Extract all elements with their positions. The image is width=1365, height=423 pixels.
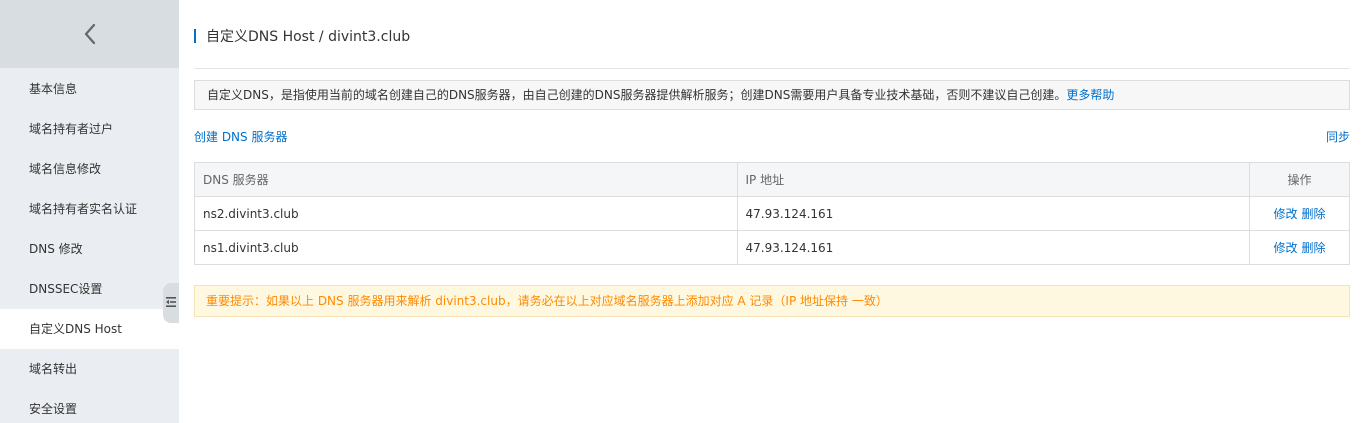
title-accent-bar [194,29,196,43]
sidebar-item-realname-verify[interactable]: 域名持有者实名认证 [0,189,179,229]
column-header-ip: IP 地址 [736,162,1251,197]
table-row: ns2.divint3.club 47.93.124.161 修改 删除 [194,196,1350,231]
table-header-row: DNS 服务器 IP 地址 操作 [194,162,1350,197]
cell-ip: 47.93.124.161 [736,196,1251,231]
sidebar-item-info-modify[interactable]: 域名信息修改 [0,149,179,189]
notice-text: 自定义DNS，是指使用当前的域名创建自己的DNS服务器，由自己创建的DNS服务器… [207,88,1067,102]
warning-text: 重要提示：如果以上 DNS 服务器用来解析 divint3.club，请务必在以… [206,294,888,308]
main-content: 自定义DNS Host / divint3.club 自定义DNS，是指使用当前… [194,0,1350,423]
edit-link[interactable]: 修改 [1273,207,1297,221]
sidebar-collapse-toggle[interactable] [163,283,179,323]
sidebar-item-holder-transfer[interactable]: 域名持有者过户 [0,109,179,149]
back-button[interactable] [0,0,179,68]
column-header-op: 操作 [1249,162,1350,197]
cell-server: ns1.divint3.club [194,230,738,265]
cell-ip: 47.93.124.161 [736,230,1251,265]
sync-link[interactable]: 同步 [1326,128,1350,145]
sidebar-item-custom-dns-host[interactable]: 自定义DNS Host [0,309,179,349]
sidebar-item-basic-info[interactable]: 基本信息 [0,69,179,109]
page-title: 自定义DNS Host / divint3.club [206,29,411,45]
delete-link[interactable]: 删除 [1302,241,1326,255]
sidebar-nav: 基本信息 域名持有者过户 域名信息修改 域名持有者实名认证 DNS 修改 DNS… [0,69,179,423]
sidebar-item-security[interactable]: 安全设置 [0,389,179,423]
more-help-link[interactable]: 更多帮助 [1066,88,1114,102]
sidebar-item-dns-modify[interactable]: DNS 修改 [0,229,179,269]
cell-op: 修改 删除 [1249,196,1350,231]
header-divider [194,68,1350,69]
sidebar-item-dnssec[interactable]: DNSSEC设置 [0,269,179,309]
create-dns-server-link[interactable]: 创建 DNS 服务器 [194,128,287,145]
table-row: ns1.divint3.club 47.93.124.161 修改 删除 [194,230,1350,265]
cell-server: ns2.divint3.club [194,196,738,231]
important-warning: 重要提示：如果以上 DNS 服务器用来解析 divint3.club，请务必在以… [194,285,1350,317]
column-header-server: DNS 服务器 [194,162,738,197]
action-row: 创建 DNS 服务器 同步 [194,126,1350,146]
dns-server-table: DNS 服务器 IP 地址 操作 ns2.divint3.club 47.93.… [194,162,1350,265]
edit-link[interactable]: 修改 [1273,241,1297,255]
sidebar: 基本信息 域名持有者过户 域名信息修改 域名持有者实名认证 DNS 修改 DNS… [0,0,179,423]
page-header: 自定义DNS Host / divint3.club [194,26,410,46]
collapse-menu-icon [166,296,176,311]
info-notice: 自定义DNS，是指使用当前的域名创建自己的DNS服务器，由自己创建的DNS服务器… [194,80,1350,110]
cell-op: 修改 删除 [1249,230,1350,265]
chevron-left-icon [83,23,97,45]
delete-link[interactable]: 删除 [1302,207,1326,221]
sidebar-item-domain-transfer-out[interactable]: 域名转出 [0,349,179,389]
